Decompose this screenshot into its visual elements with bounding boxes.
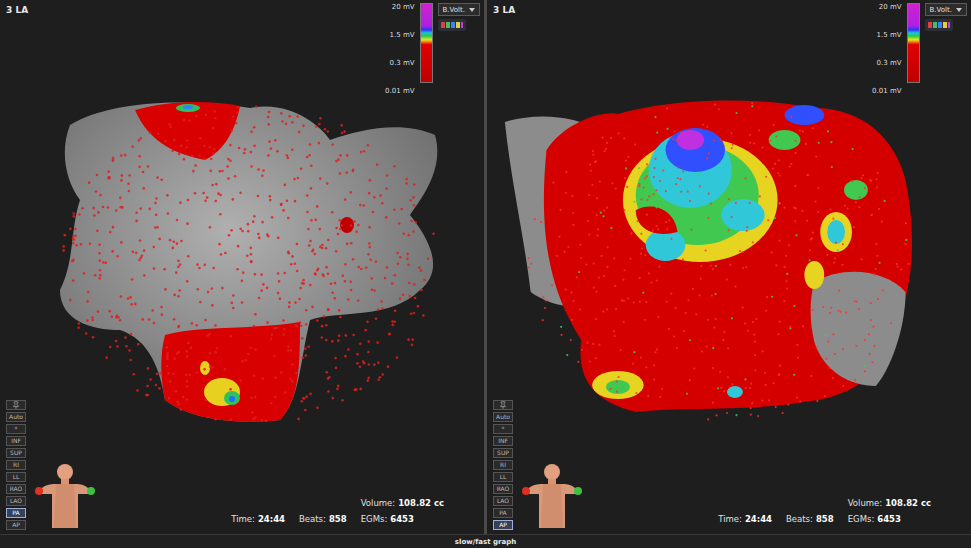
view-button[interactable]: LL <box>6 472 26 482</box>
scale-label: 0.01 mV <box>385 87 414 95</box>
view-button[interactable]: RAO <box>493 484 513 494</box>
map-title: 3 LA <box>6 3 28 15</box>
pin-button[interactable] <box>493 400 513 410</box>
voltage-map-posterior[interactable] <box>0 0 484 534</box>
view-button[interactable]: INF <box>493 436 513 446</box>
map-title: 3 LA <box>493 3 515 15</box>
view-button[interactable]: RI <box>493 460 513 470</box>
map-mode-dropdown[interactable]: B.Volt. <box>925 3 967 16</box>
map-panel: 3 LA 20 mV 1.5 mV 0.3 mV 0.01 mV B.Volt. Auto *… <box>487 0 971 534</box>
view-button[interactable]: LL <box>493 472 513 482</box>
pin-button[interactable] <box>6 400 26 410</box>
scale-labels: 20 mV 1.5 mV 0.3 mV 0.01 mV <box>872 3 901 95</box>
quick-button[interactable]: * <box>6 424 26 434</box>
pin-icon <box>499 401 507 409</box>
patient-orientation-icon <box>34 458 96 530</box>
stat-item: Time:24:44 <box>718 514 772 524</box>
scale-label: 0.3 mV <box>390 59 415 67</box>
system-logo-icon <box>438 19 466 31</box>
view-toolbar: Auto * INF SUP RI LL RAO LAO PA AP <box>6 400 26 530</box>
quick-button[interactable]: Auto <box>6 412 26 422</box>
dropdown-caret-icon <box>956 8 962 12</box>
view-button[interactable]: PA <box>6 508 26 518</box>
scale-label: 1.5 mV <box>390 31 415 39</box>
quick-button[interactable]: Auto <box>493 412 513 422</box>
view-button[interactable]: LAO <box>493 496 513 506</box>
map-panel: 3 LA 20 mV 1.5 mV 0.3 mV 0.01 mV B.Volt. Auto *… <box>0 0 484 534</box>
view-toolbar: Auto * INF SUP RI LL RAO LAO PA AP <box>493 400 513 530</box>
scale-labels: 20 mV 1.5 mV 0.3 mV 0.01 mV <box>385 3 414 95</box>
scale-label: 1.5 mV <box>877 31 902 39</box>
scale-label: 20 mV <box>392 3 415 11</box>
stat-item: Volume:108.82 cc <box>361 498 444 508</box>
scale-label: 0.01 mV <box>872 87 901 95</box>
stat-item: Volume:108.82 cc <box>848 498 931 508</box>
stat-item: Time:24:44 <box>231 514 285 524</box>
mapping-screen: 3 LA 20 mV 1.5 mV 0.3 mV 0.01 mV B.Volt. Auto *… <box>0 0 971 548</box>
view-button[interactable]: SUP <box>493 448 513 458</box>
view-button[interactable]: SUP <box>6 448 26 458</box>
pin-icon <box>12 401 20 409</box>
view-button[interactable]: AP <box>6 520 26 530</box>
view-button[interactable]: LAO <box>6 496 26 506</box>
panels-row: 3 LA 20 mV 1.5 mV 0.3 mV 0.01 mV B.Volt. Auto *… <box>0 0 971 534</box>
map-stats: Volume:108.82 cc Time:24:44 Beats:858 EGMs:… <box>231 498 480 530</box>
dropdown-caret-icon <box>469 8 475 12</box>
view-button[interactable]: PA <box>493 508 513 518</box>
stat-item: EGMs:6453 <box>848 514 931 524</box>
view-button[interactable]: RI <box>6 460 26 470</box>
quick-button[interactable]: * <box>493 424 513 434</box>
voltage-scale-bar[interactable] <box>420 3 433 83</box>
view-button[interactable]: AP <box>493 520 513 530</box>
scale-label: 20 mV <box>879 3 902 11</box>
stat-item: EGMs:6453 <box>361 514 444 524</box>
view-button[interactable]: RAO <box>6 484 26 494</box>
stat-item: Beats:858 <box>786 514 834 524</box>
map-stats: Volume:108.82 cc Time:24:44 Beats:858 EGMs:… <box>718 498 967 530</box>
voltage-scale-bar[interactable] <box>907 3 920 83</box>
scale-label: 0.3 mV <box>877 59 902 67</box>
system-logo-icon <box>925 19 953 31</box>
status-bar[interactable]: slow/fast graph <box>0 534 971 548</box>
voltage-map-anterior[interactable] <box>487 0 971 534</box>
stat-item: Beats:858 <box>299 514 347 524</box>
patient-orientation-icon <box>521 458 583 530</box>
map-mode-dropdown[interactable]: B.Volt. <box>438 3 480 16</box>
view-button[interactable]: INF <box>6 436 26 446</box>
